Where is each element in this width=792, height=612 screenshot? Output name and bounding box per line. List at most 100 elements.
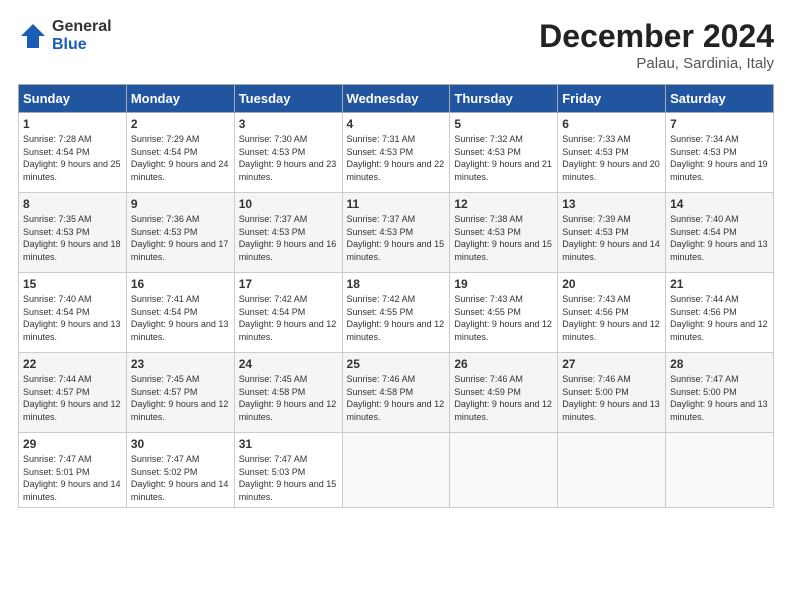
- table-row: 7 Sunrise: 7:34 AM Sunset: 4:53 PM Dayli…: [666, 113, 774, 193]
- col-monday: Monday: [126, 85, 234, 113]
- daylight-label: Daylight: 9 hours and 14 minutes.: [23, 479, 121, 502]
- daylight-label: Daylight: 9 hours and 12 minutes.: [131, 399, 229, 422]
- daylight-label: Daylight: 9 hours and 15 minutes.: [454, 239, 552, 262]
- day-info: Sunrise: 7:37 AM Sunset: 4:53 PM Dayligh…: [239, 213, 338, 263]
- table-row: 23 Sunrise: 7:45 AM Sunset: 4:57 PM Dayl…: [126, 353, 234, 433]
- table-row: 22 Sunrise: 7:44 AM Sunset: 4:57 PM Dayl…: [19, 353, 127, 433]
- sunrise-label: Sunrise: 7:46 AM: [347, 374, 416, 384]
- day-info: Sunrise: 7:47 AM Sunset: 5:01 PM Dayligh…: [23, 453, 122, 503]
- day-number: 31: [239, 437, 338, 451]
- sunset-label: Sunset: 4:56 PM: [670, 307, 737, 317]
- table-row: 4 Sunrise: 7:31 AM Sunset: 4:53 PM Dayli…: [342, 113, 450, 193]
- daylight-label: Daylight: 9 hours and 12 minutes.: [347, 399, 445, 422]
- sunrise-label: Sunrise: 7:45 AM: [239, 374, 308, 384]
- sunrise-label: Sunrise: 7:40 AM: [23, 294, 92, 304]
- col-friday: Friday: [558, 85, 666, 113]
- sunrise-label: Sunrise: 7:43 AM: [562, 294, 631, 304]
- sunset-label: Sunset: 4:53 PM: [454, 147, 521, 157]
- col-saturday: Saturday: [666, 85, 774, 113]
- sunrise-label: Sunrise: 7:47 AM: [23, 454, 92, 464]
- sunset-label: Sunset: 4:53 PM: [23, 227, 90, 237]
- sunset-label: Sunset: 4:54 PM: [239, 307, 306, 317]
- logo: General Blue: [18, 18, 112, 53]
- day-info: Sunrise: 7:36 AM Sunset: 4:53 PM Dayligh…: [131, 213, 230, 263]
- day-number: 24: [239, 357, 338, 371]
- sunrise-label: Sunrise: 7:46 AM: [562, 374, 631, 384]
- daylight-label: Daylight: 9 hours and 13 minutes.: [131, 319, 229, 342]
- sunset-label: Sunset: 4:53 PM: [239, 147, 306, 157]
- day-number: 11: [347, 197, 446, 211]
- daylight-label: Daylight: 9 hours and 12 minutes.: [347, 319, 445, 342]
- day-number: 3: [239, 117, 338, 131]
- sunrise-label: Sunrise: 7:43 AM: [454, 294, 523, 304]
- sunset-label: Sunset: 4:54 PM: [23, 307, 90, 317]
- table-row: 16 Sunrise: 7:41 AM Sunset: 4:54 PM Dayl…: [126, 273, 234, 353]
- day-number: 18: [347, 277, 446, 291]
- sunset-label: Sunset: 4:55 PM: [347, 307, 414, 317]
- table-row: 1 Sunrise: 7:28 AM Sunset: 4:54 PM Dayli…: [19, 113, 127, 193]
- col-thursday: Thursday: [450, 85, 558, 113]
- sunset-label: Sunset: 4:53 PM: [562, 147, 629, 157]
- daylight-label: Daylight: 9 hours and 13 minutes.: [23, 319, 121, 342]
- day-info: Sunrise: 7:30 AM Sunset: 4:53 PM Dayligh…: [239, 133, 338, 183]
- calendar-row: 22 Sunrise: 7:44 AM Sunset: 4:57 PM Dayl…: [19, 353, 774, 433]
- logo-icon: [18, 21, 48, 51]
- day-info: Sunrise: 7:41 AM Sunset: 4:54 PM Dayligh…: [131, 293, 230, 343]
- table-row: 10 Sunrise: 7:37 AM Sunset: 4:53 PM Dayl…: [234, 193, 342, 273]
- title-block: December 2024 Palau, Sardinia, Italy: [539, 18, 774, 72]
- table-row: 8 Sunrise: 7:35 AM Sunset: 4:53 PM Dayli…: [19, 193, 127, 273]
- sunset-label: Sunset: 4:53 PM: [670, 147, 737, 157]
- table-row: 5 Sunrise: 7:32 AM Sunset: 4:53 PM Dayli…: [450, 113, 558, 193]
- sunrise-label: Sunrise: 7:35 AM: [23, 214, 92, 224]
- calendar-row: 8 Sunrise: 7:35 AM Sunset: 4:53 PM Dayli…: [19, 193, 774, 273]
- day-info: Sunrise: 7:33 AM Sunset: 4:53 PM Dayligh…: [562, 133, 661, 183]
- table-row: 9 Sunrise: 7:36 AM Sunset: 4:53 PM Dayli…: [126, 193, 234, 273]
- table-row: 14 Sunrise: 7:40 AM Sunset: 4:54 PM Dayl…: [666, 193, 774, 273]
- daylight-label: Daylight: 9 hours and 20 minutes.: [562, 159, 660, 182]
- location-text: Palau, Sardinia, Italy: [539, 55, 774, 72]
- logo-text: General Blue: [52, 18, 112, 53]
- day-info: Sunrise: 7:47 AM Sunset: 5:00 PM Dayligh…: [670, 373, 769, 423]
- table-row: 2 Sunrise: 7:29 AM Sunset: 4:54 PM Dayli…: [126, 113, 234, 193]
- day-info: Sunrise: 7:40 AM Sunset: 4:54 PM Dayligh…: [670, 213, 769, 263]
- col-wednesday: Wednesday: [342, 85, 450, 113]
- sunrise-label: Sunrise: 7:31 AM: [347, 134, 416, 144]
- table-row: 17 Sunrise: 7:42 AM Sunset: 4:54 PM Dayl…: [234, 273, 342, 353]
- day-info: Sunrise: 7:38 AM Sunset: 4:53 PM Dayligh…: [454, 213, 553, 263]
- day-info: Sunrise: 7:46 AM Sunset: 4:58 PM Dayligh…: [347, 373, 446, 423]
- day-number: 25: [347, 357, 446, 371]
- sunrise-label: Sunrise: 7:40 AM: [670, 214, 739, 224]
- table-row: [450, 433, 558, 508]
- page-container: General Blue December 2024 Palau, Sardin…: [0, 0, 792, 518]
- sunset-label: Sunset: 4:55 PM: [454, 307, 521, 317]
- day-number: 21: [670, 277, 769, 291]
- sunset-label: Sunset: 4:54 PM: [131, 147, 198, 157]
- day-info: Sunrise: 7:40 AM Sunset: 4:54 PM Dayligh…: [23, 293, 122, 343]
- daylight-label: Daylight: 9 hours and 12 minutes.: [454, 319, 552, 342]
- sunrise-label: Sunrise: 7:30 AM: [239, 134, 308, 144]
- daylight-label: Daylight: 9 hours and 24 minutes.: [131, 159, 229, 182]
- day-number: 13: [562, 197, 661, 211]
- daylight-label: Daylight: 9 hours and 23 minutes.: [239, 159, 337, 182]
- day-number: 8: [23, 197, 122, 211]
- day-info: Sunrise: 7:42 AM Sunset: 4:55 PM Dayligh…: [347, 293, 446, 343]
- daylight-label: Daylight: 9 hours and 15 minutes.: [239, 479, 337, 502]
- table-row: 20 Sunrise: 7:43 AM Sunset: 4:56 PM Dayl…: [558, 273, 666, 353]
- day-number: 15: [23, 277, 122, 291]
- calendar-row: 1 Sunrise: 7:28 AM Sunset: 4:54 PM Dayli…: [19, 113, 774, 193]
- month-title: December 2024: [539, 18, 774, 55]
- table-row: 11 Sunrise: 7:37 AM Sunset: 4:53 PM Dayl…: [342, 193, 450, 273]
- day-number: 22: [23, 357, 122, 371]
- day-number: 4: [347, 117, 446, 131]
- day-number: 10: [239, 197, 338, 211]
- sunset-label: Sunset: 4:57 PM: [23, 387, 90, 397]
- sunrise-label: Sunrise: 7:42 AM: [347, 294, 416, 304]
- sunset-label: Sunset: 4:56 PM: [562, 307, 629, 317]
- sunrise-label: Sunrise: 7:47 AM: [239, 454, 308, 464]
- table-row: 27 Sunrise: 7:46 AM Sunset: 5:00 PM Dayl…: [558, 353, 666, 433]
- daylight-label: Daylight: 9 hours and 13 minutes.: [670, 399, 768, 422]
- sunrise-label: Sunrise: 7:41 AM: [131, 294, 200, 304]
- sunrise-label: Sunrise: 7:29 AM: [131, 134, 200, 144]
- day-number: 1: [23, 117, 122, 131]
- day-number: 23: [131, 357, 230, 371]
